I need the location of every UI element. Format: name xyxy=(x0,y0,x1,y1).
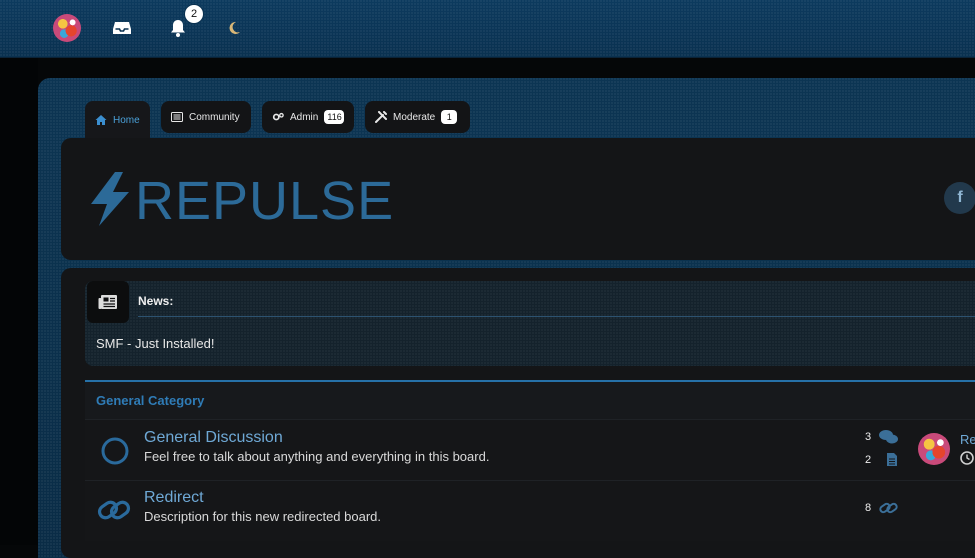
board-circle-icon xyxy=(101,437,129,465)
tab-community[interactable]: Community xyxy=(161,101,251,133)
tab-label: Admin xyxy=(290,111,319,123)
facebook-icon[interactable]: f xyxy=(944,182,975,214)
clock-icon xyxy=(960,451,974,465)
top-bar: 2 xyxy=(0,0,975,58)
news-title: News: xyxy=(138,294,174,308)
board-name-link[interactable]: Redirect xyxy=(144,489,204,507)
tab-label: Home xyxy=(113,114,140,126)
tab-admin[interactable]: Admin 116 xyxy=(262,101,354,133)
notification-count-badge: 2 xyxy=(184,4,204,24)
last-post-link[interactable]: Re xyxy=(960,432,975,447)
board-description: Description for this new redirected boar… xyxy=(144,509,382,524)
topics-count: 2 xyxy=(865,454,872,466)
posts-count: 3 xyxy=(865,431,872,443)
category-header[interactable] xyxy=(85,380,975,420)
board-description: Feel free to talk about anything and eve… xyxy=(144,449,490,464)
home-icon xyxy=(95,114,107,126)
file-icon xyxy=(887,453,897,466)
news-body: SMF - Just Installed! xyxy=(96,336,215,351)
tab-label: Community xyxy=(189,111,240,123)
link-icon xyxy=(879,502,898,514)
gears-icon xyxy=(272,111,284,123)
news-box xyxy=(85,281,975,366)
tab-moderate[interactable]: Moderate 1 xyxy=(365,101,470,133)
tab-home[interactable]: Home xyxy=(85,101,150,139)
moon-icon[interactable] xyxy=(220,14,248,42)
category-title[interactable]: General Category xyxy=(96,393,204,408)
redirects-count: 8 xyxy=(865,502,872,514)
tools-icon xyxy=(375,111,387,123)
newspaper-icon xyxy=(87,281,129,323)
left-gutter xyxy=(0,58,38,545)
admin-count-badge: 116 xyxy=(324,110,344,124)
moderate-count-badge: 1 xyxy=(441,110,458,124)
inbox-icon[interactable] xyxy=(108,14,136,42)
list-icon xyxy=(171,111,183,123)
board-name-link[interactable]: General Discussion xyxy=(144,429,283,447)
forum-logo-text[interactable]: REPULSE xyxy=(135,170,394,232)
user-avatar[interactable] xyxy=(53,14,81,42)
last-poster-avatar[interactable] xyxy=(918,433,950,465)
bolt-icon xyxy=(91,172,129,226)
redirect-link-icon xyxy=(97,500,131,520)
news-divider xyxy=(138,316,975,317)
comments-icon xyxy=(879,430,898,444)
tab-label: Moderate xyxy=(393,111,436,123)
